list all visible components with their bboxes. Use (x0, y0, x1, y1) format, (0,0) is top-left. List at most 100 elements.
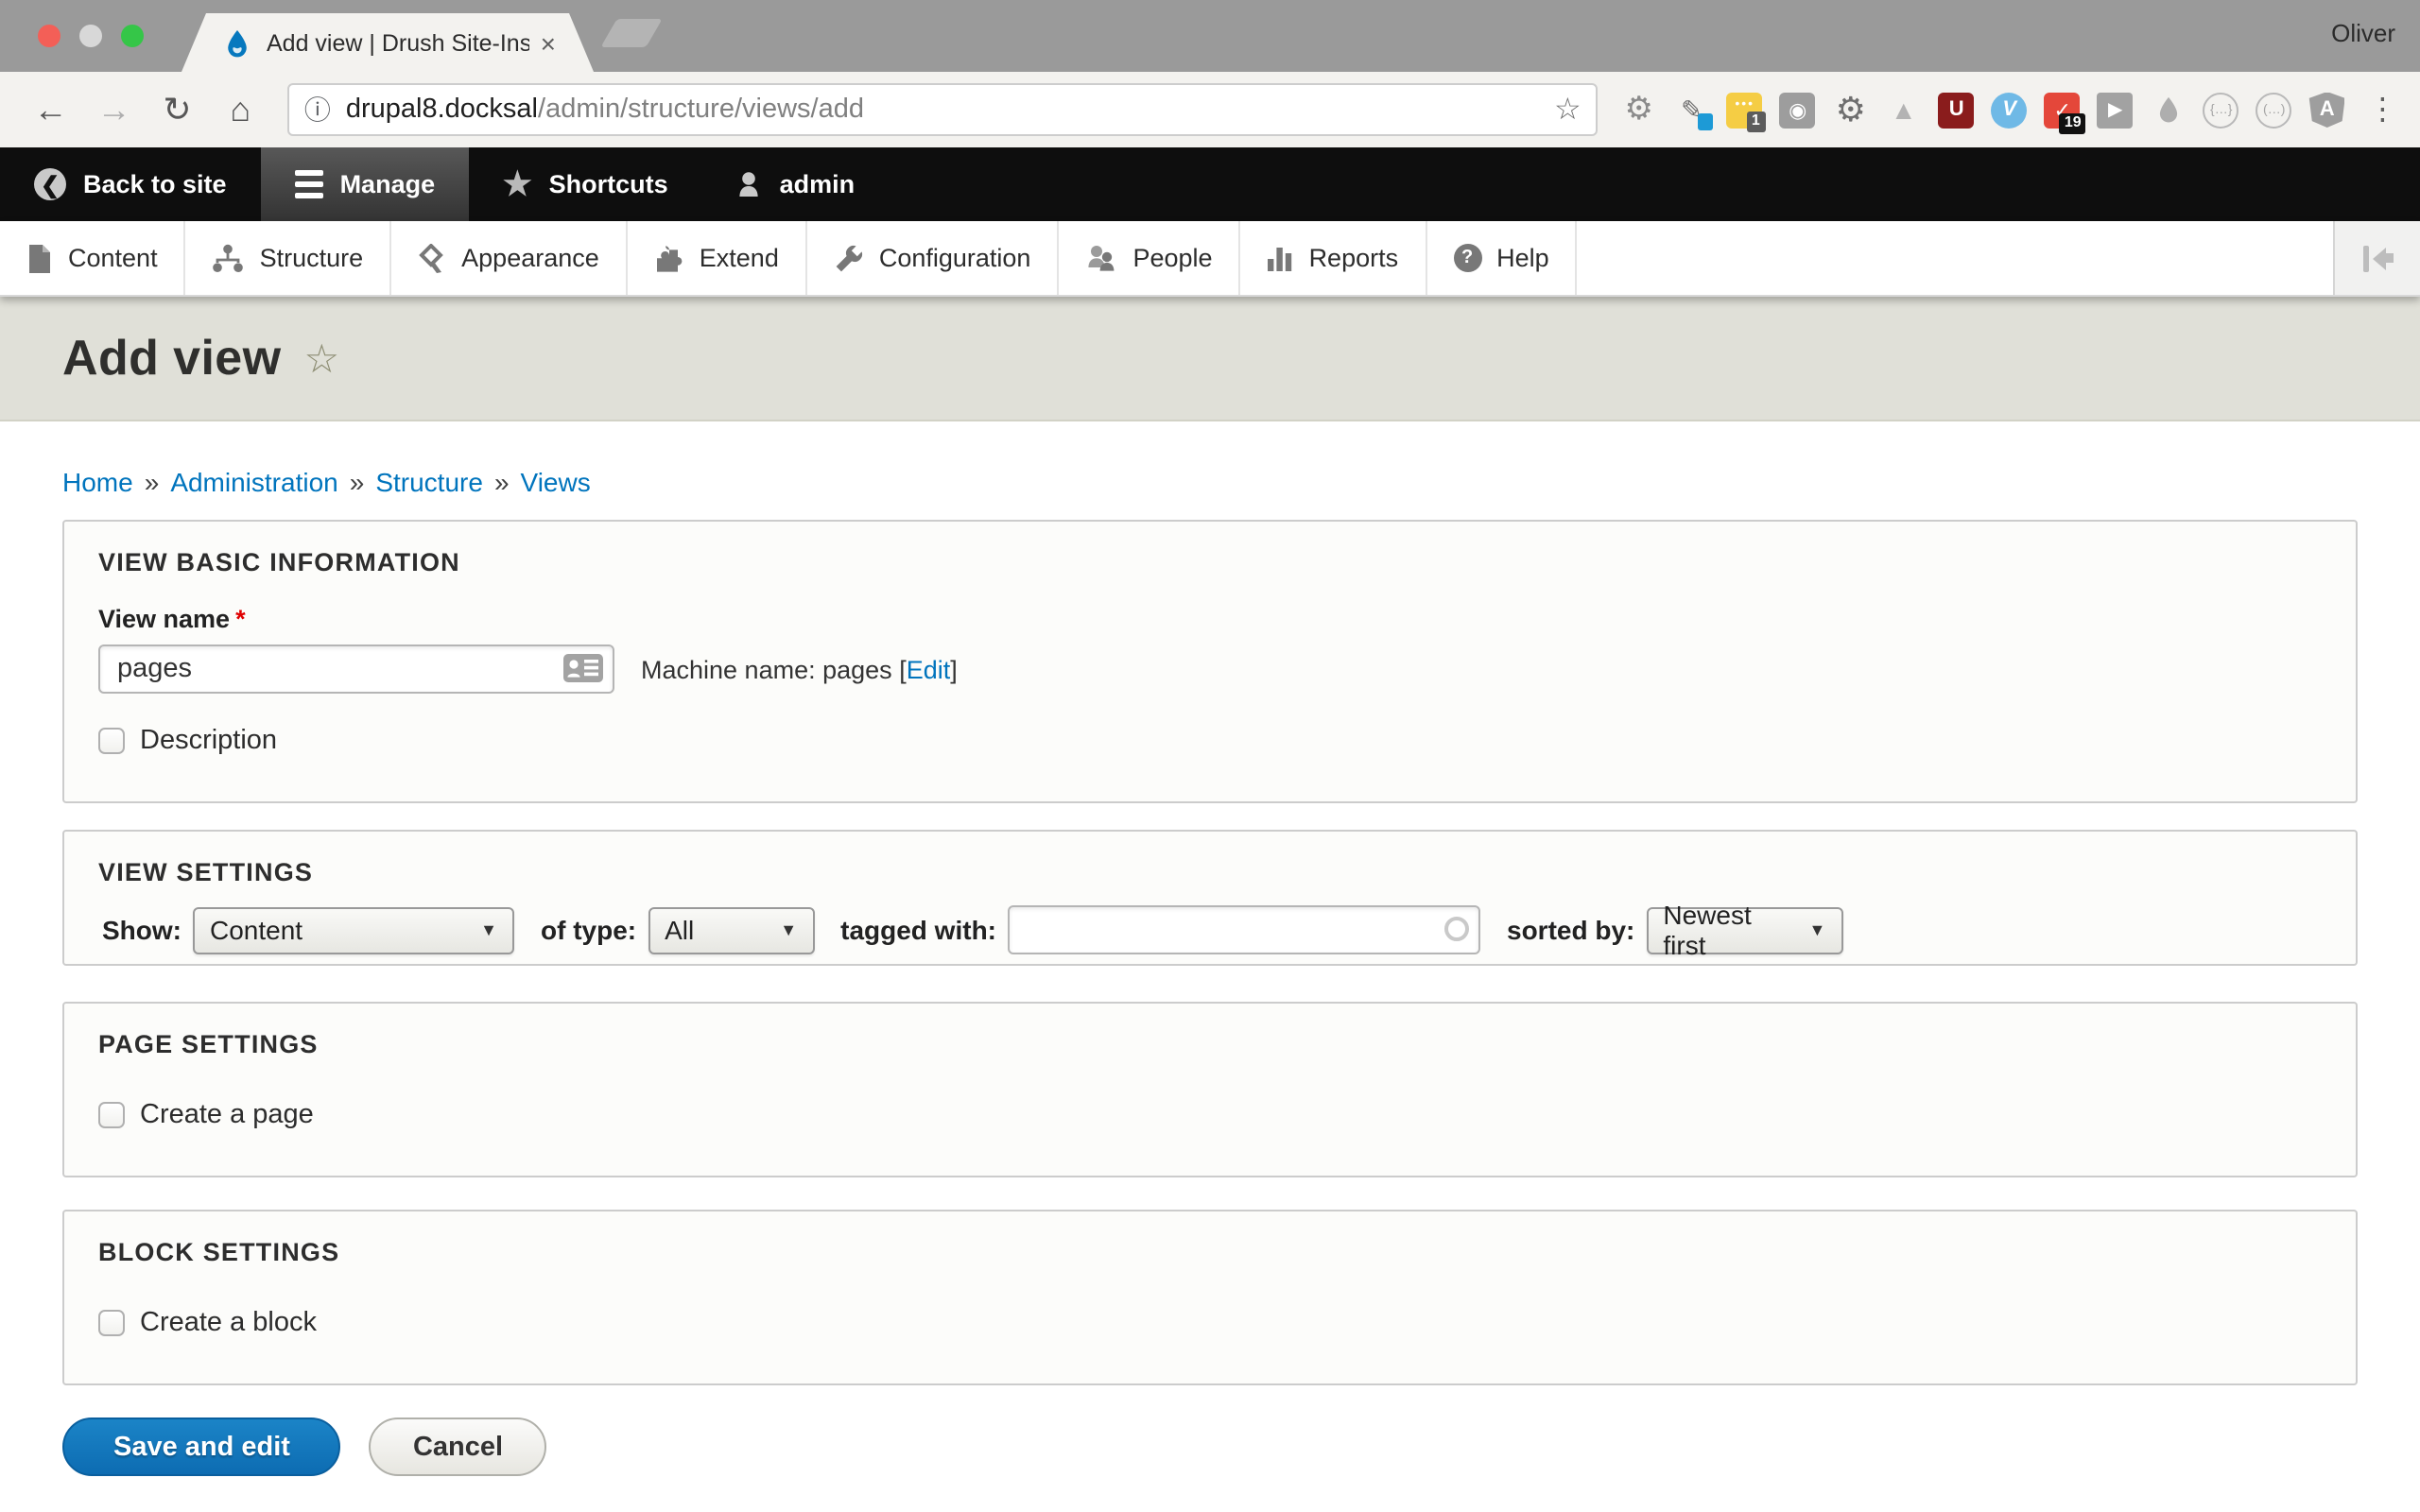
menu-item-help[interactable]: ? Help (1426, 221, 1578, 295)
video-play-icon[interactable]: ▶ (2098, 92, 2134, 128)
create-block-checkbox[interactable] (98, 1310, 125, 1336)
page-title: Add view (62, 329, 281, 387)
breadcrumb: Home»Administration»Structure»Views (62, 467, 2358, 497)
tagged-with-label: tagged with: (840, 915, 996, 945)
save-and-edit-button[interactable]: Save and edit (62, 1418, 341, 1476)
menu-item-people[interactable]: People (1059, 221, 1240, 295)
machine-name-edit-link[interactable]: Edit (907, 655, 951, 683)
toolbar-collapse-button[interactable] (2333, 221, 2420, 295)
zoom-window-button[interactable] (121, 25, 144, 47)
browser-menu-icon[interactable]: ⋮ (2364, 91, 2401, 129)
google-drive-icon[interactable]: ▲ (1886, 92, 1922, 128)
description-checkbox[interactable] (98, 728, 125, 754)
drupal-menu-toolbar: Content Structure Appearance Extend (0, 221, 2420, 297)
drupal-favicon-icon (223, 27, 251, 58)
back-icon[interactable]: ← (25, 83, 77, 136)
fieldset-legend: PAGE SETTINGS (98, 1030, 2322, 1058)
chevron-down-icon: ▼ (1790, 920, 1826, 939)
dev-gear-icon[interactable]: ⚙ (1833, 92, 1869, 128)
description-label[interactable]: Description (140, 726, 277, 756)
breadcrumb-structure[interactable]: Structure (375, 467, 483, 497)
todoist-icon[interactable]: ✓19 (2045, 92, 2081, 128)
breadcrumb-views[interactable]: Views (521, 467, 591, 497)
create-page-label[interactable]: Create a page (140, 1100, 314, 1130)
hamburger-icon (295, 170, 323, 198)
favorite-star-icon[interactable]: ☆ (303, 336, 339, 384)
fieldset-legend: BLOCK SETTINGS (98, 1238, 2322, 1266)
show-select[interactable]: Content ▼ (193, 906, 514, 954)
fieldset-legend: VIEW SETTINGS (98, 858, 2322, 886)
collapse-left-icon (2360, 245, 2394, 271)
sorted-by-label: sorted by: (1507, 915, 1634, 945)
back-chevron-icon: ❮ (34, 168, 66, 200)
view-name-label: View name* (98, 605, 2322, 633)
ublock-origin-icon[interactable]: U (1939, 92, 1975, 128)
people-icon (1085, 243, 1117, 273)
puzzle-icon (654, 243, 684, 273)
extensions-row: ⚙ ✎ •••1 ◉ ⚙ ▲ U V ✓19 ▶ {…} (…) A (1621, 92, 2345, 128)
user-icon (736, 169, 763, 199)
tab-close-icon[interactable]: × (541, 27, 556, 58)
site-info-icon[interactable]: ⓘ (304, 91, 331, 129)
home-icon[interactable]: ⌂ (215, 83, 267, 136)
fieldset-page-settings: PAGE SETTINGS Create a page (62, 1002, 2358, 1177)
back-to-site-button[interactable]: ❮ Back to site (0, 147, 261, 221)
color-picker-icon[interactable]: ✎ (1674, 92, 1710, 128)
close-window-button[interactable] (38, 25, 60, 47)
browser-window: Add view | Drush Site-Install × Oliver ←… (0, 0, 2420, 1512)
show-label: Show: (102, 915, 182, 945)
url-path: /admin/structure/views/add (538, 94, 864, 125)
form-actions: Save and edit Cancel (62, 1418, 2358, 1512)
tab-title: Add view | Drush Site-Install (267, 29, 529, 56)
shortcuts-tab[interactable]: ★ Shortcuts (469, 147, 702, 221)
window-controls (38, 25, 144, 47)
settings-gear-icon[interactable]: ⚙ (1621, 92, 1657, 128)
required-marker: * (235, 605, 246, 633)
menu-item-reports[interactable]: Reports (1241, 221, 1427, 295)
menu-item-extend[interactable]: Extend (628, 221, 807, 295)
url-host: drupal8.docksal (346, 94, 538, 125)
autocomplete-throbber-icon (1444, 917, 1469, 941)
create-block-label[interactable]: Create a block (140, 1308, 317, 1338)
fieldset-view-basic-information: VIEW BASIC INFORMATION View name* (62, 520, 2358, 803)
browser-tab[interactable]: Add view | Drush Site-Install × (182, 13, 594, 72)
menu-item-structure[interactable]: Structure (186, 221, 392, 295)
manage-tab[interactable]: Manage (261, 147, 470, 221)
breadcrumb-administration[interactable]: Administration (170, 467, 337, 497)
admin-user-tab[interactable]: admin (702, 147, 890, 221)
bookmark-star-icon[interactable]: ☆ (1554, 91, 1582, 129)
code-braces-icon[interactable]: {…} (2204, 92, 2239, 128)
create-page-checkbox[interactable] (98, 1102, 125, 1128)
screenshot-camera-icon[interactable]: ◉ (1780, 92, 1816, 128)
sticky-notes-icon[interactable]: •••1 (1727, 92, 1763, 128)
star-icon: ★ (503, 165, 532, 203)
chevron-down-icon: ▼ (761, 920, 797, 939)
menu-item-appearance[interactable]: Appearance (391, 221, 628, 295)
todoist-badge: 19 (2060, 112, 2086, 133)
breadcrumb-home[interactable]: Home (62, 467, 133, 497)
browser-profile-name[interactable]: Oliver (2331, 19, 2395, 47)
notes-badge: 1 (1747, 111, 1767, 131)
menu-item-configuration[interactable]: Configuration (807, 221, 1060, 295)
drupal-admin-toolbar: ❮ Back to site Manage ★ Shortcuts admin (0, 147, 2420, 221)
forward-icon: → (88, 83, 140, 136)
angular-icon[interactable]: A (2309, 92, 2345, 128)
address-bar[interactable]: ⓘ drupal8.docksal/admin/structure/views/… (287, 83, 1599, 136)
code-parens-icon[interactable]: (…) (2256, 92, 2292, 128)
minimize-window-button[interactable] (79, 25, 102, 47)
reload-icon[interactable]: ↻ (151, 83, 203, 136)
type-select[interactable]: All ▼ (648, 906, 814, 954)
file-icon (26, 243, 53, 273)
sorted-by-select[interactable]: Newest first ▼ (1646, 906, 1842, 954)
drupal-gray-icon[interactable] (2151, 92, 2187, 128)
question-icon: ? (1453, 244, 1481, 272)
contact-card-icon[interactable] (563, 654, 603, 682)
menu-item-content[interactable]: Content (0, 221, 186, 295)
vimeo-icon[interactable]: V (1992, 92, 2028, 128)
url-text[interactable]: drupal8.docksal/admin/structure/views/ad… (346, 94, 1554, 125)
new-tab-button[interactable] (600, 19, 662, 47)
title-bar: Add view | Drush Site-Install × Oliver (0, 0, 2420, 72)
tagged-with-input[interactable] (1008, 905, 1480, 954)
view-name-input[interactable] (98, 644, 614, 694)
cancel-button[interactable]: Cancel (370, 1418, 546, 1476)
